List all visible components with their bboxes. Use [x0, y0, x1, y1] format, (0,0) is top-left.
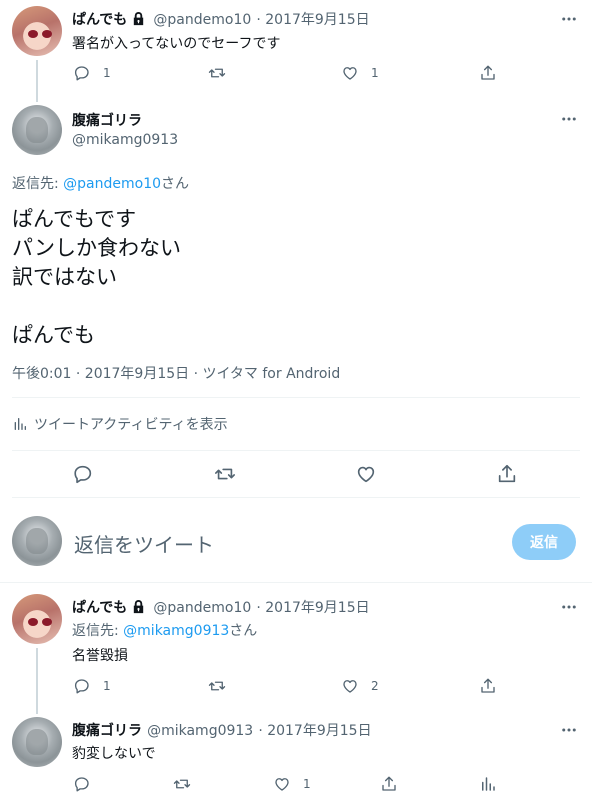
author-handle[interactable]: @pandemo10 — [153, 600, 251, 616]
reply-submit-button[interactable]: 返信 — [512, 524, 576, 560]
reply-icon — [73, 64, 91, 82]
like-count: 2 — [371, 679, 379, 693]
tweet-date[interactable]: · 2017年9月15日 — [256, 600, 369, 616]
activity-link[interactable]: ツイートアクティビティを表示 — [12, 414, 228, 434]
analytics-icon — [12, 416, 28, 432]
analytics-button[interactable] — [479, 772, 497, 796]
avatar[interactable] — [12, 594, 62, 644]
tweet-text: 署名が入ってないのでセーフです — [72, 36, 281, 52]
divider — [12, 497, 580, 498]
share-icon — [380, 775, 398, 793]
author-name[interactable]: 腹痛ゴリラ — [72, 110, 142, 130]
reply-button[interactable] — [72, 462, 94, 486]
author-name[interactable]: 腹痛ゴリラ — [72, 723, 142, 739]
share-button[interactable] — [479, 61, 497, 85]
reply-to: 返信先: @mikamg0913さん — [72, 620, 257, 640]
reply-to-suffix: さん — [229, 623, 258, 639]
reply-count: 1 — [103, 66, 111, 80]
reply-count: 1 — [103, 679, 111, 693]
reply-icon — [73, 775, 91, 793]
activity-label: ツイートアクティビティを表示 — [34, 417, 228, 433]
reply-to: 返信先: @pandemo10さん — [12, 173, 189, 193]
reply-to-prefix: 返信先: — [72, 623, 124, 639]
share-icon — [479, 677, 497, 695]
tweet-text: 豹変しないで — [72, 746, 156, 762]
reply-to-handle[interactable]: @pandemo10 — [63, 176, 161, 192]
avatar — [12, 516, 62, 566]
author-handle[interactable]: @pandemo10 — [153, 12, 251, 28]
tweet-header: ぱんでも @pandemo10 · 2017年9月15日 — [72, 9, 370, 29]
retweet-button[interactable] — [214, 462, 236, 486]
avatar[interactable] — [12, 105, 62, 155]
more-icon[interactable] — [557, 9, 581, 29]
divider — [0, 582, 592, 583]
share-icon — [496, 463, 518, 485]
reply-button[interactable]: 1 — [73, 674, 111, 698]
tweet-text: 名誉毀損 — [72, 648, 128, 664]
lock-icon — [131, 11, 146, 26]
more-icon[interactable] — [557, 597, 581, 617]
like-icon — [341, 677, 359, 695]
analytics-icon — [479, 775, 497, 793]
tweet-line: ぱんでも — [12, 323, 95, 347]
author-name[interactable]: ぱんでも — [72, 12, 127, 28]
retweet-icon — [173, 775, 191, 793]
share-icon — [479, 64, 497, 82]
retweet-button[interactable] — [208, 61, 226, 85]
author-handle[interactable]: @mikamg0913 — [72, 132, 178, 148]
share-button[interactable] — [479, 674, 497, 698]
avatar[interactable] — [12, 717, 62, 767]
divider — [12, 397, 580, 398]
like-count: 1 — [371, 66, 379, 80]
author-name[interactable]: ぱんでも — [72, 600, 127, 616]
retweet-icon — [214, 463, 236, 485]
retweet-button[interactable] — [173, 772, 191, 796]
like-button[interactable]: 1 — [273, 772, 311, 796]
tweet-date[interactable]: · 2017年9月15日 — [256, 12, 369, 28]
more-icon[interactable] — [557, 109, 581, 129]
thread-line — [36, 648, 38, 714]
thread-line — [36, 60, 38, 102]
tweet-line: パンしか食わない — [12, 236, 182, 260]
tweet-body: ぱんでもです パンしか食わない 訳ではない ぱんでも — [12, 205, 181, 350]
reply-to-handle[interactable]: @mikamg0913 — [123, 623, 229, 639]
tweet-date[interactable]: · 2017年9月15日 — [258, 723, 371, 739]
like-button[interactable]: 1 — [341, 61, 379, 85]
retweet-icon — [208, 64, 226, 82]
tweet-timestamp[interactable]: 午後0:01 · 2017年9月15日 · ツイタマ for Android — [12, 363, 340, 383]
reply-icon — [72, 463, 94, 485]
like-icon — [273, 775, 291, 793]
tweet-header: 腹痛ゴリラ @mikamg0913 · 2017年9月15日 — [72, 720, 372, 740]
more-icon[interactable] — [557, 720, 581, 740]
retweet-button[interactable] — [208, 674, 226, 698]
reply-button[interactable] — [73, 772, 91, 796]
avatar[interactable] — [12, 6, 62, 56]
retweet-icon — [208, 677, 226, 695]
like-icon — [355, 463, 377, 485]
divider — [12, 450, 580, 451]
tweet-line: 訳ではない — [12, 265, 117, 289]
like-button[interactable]: 2 — [341, 674, 379, 698]
share-button[interactable] — [496, 462, 518, 486]
reply-icon — [73, 677, 91, 695]
reply-button[interactable]: 1 — [73, 61, 111, 85]
lock-icon — [131, 599, 146, 614]
like-button[interactable] — [355, 462, 377, 486]
share-button[interactable] — [380, 772, 398, 796]
reply-to-prefix: 返信先: — [12, 176, 64, 192]
author-handle[interactable]: @mikamg0913 — [147, 723, 253, 739]
like-count: 1 — [303, 777, 311, 791]
tweet-header: ぱんでも @pandemo10 · 2017年9月15日 — [72, 597, 370, 617]
like-icon — [341, 64, 359, 82]
reply-input[interactable]: 返信をツイート — [74, 529, 214, 558]
reply-to-suffix: さん — [161, 176, 190, 192]
tweet-line: ぱんでもです — [12, 207, 137, 231]
